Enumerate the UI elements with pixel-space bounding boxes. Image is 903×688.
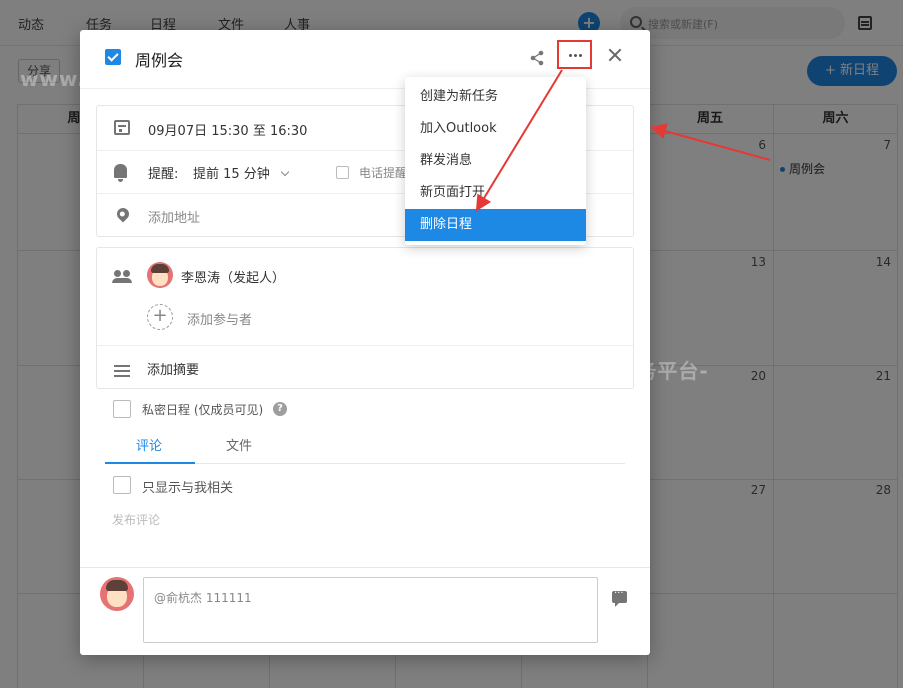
location-pin-icon <box>114 205 132 223</box>
phone-reminder-label: 电话提醒 <box>359 166 408 180</box>
more-options-button[interactable] <box>557 40 592 69</box>
more-options-menu: 创建为新任务 加入Outlook 群发消息 新页面打开 删除日程 <box>405 77 586 245</box>
menu-item-broadcast-message[interactable]: 群发消息 <box>405 145 586 177</box>
avatar[interactable] <box>147 262 173 288</box>
active-tab-indicator <box>105 462 195 464</box>
avatar <box>100 577 134 611</box>
people-icon <box>112 270 132 283</box>
more-icon <box>569 54 572 57</box>
only-related-checkbox[interactable] <box>113 476 131 494</box>
menu-item-add-outlook[interactable]: 加入Outlook <box>405 113 586 145</box>
summary-icon <box>114 365 130 367</box>
add-location[interactable]: 添加地址 <box>148 207 200 226</box>
private-checkbox[interactable] <box>113 400 131 418</box>
comment-input[interactable]: @俞杭杰 111111 <box>143 577 598 643</box>
add-participant-icon[interactable]: + <box>147 304 173 330</box>
only-related-label: 只显示与我相关 <box>142 481 234 496</box>
reminder-select[interactable]: 提前 15 分钟 <box>193 163 290 182</box>
help-icon[interactable]: ? <box>273 402 287 416</box>
calendar-icon <box>114 120 130 135</box>
complete-checkbox[interactable] <box>105 49 121 65</box>
bell-icon <box>114 164 127 182</box>
share-icon[interactable] <box>529 50 545 66</box>
event-title[interactable]: 周例会 <box>135 47 183 71</box>
participants-card: 李恩涛（发起人） + 添加参与者 添加摘要 <box>96 247 634 389</box>
post-comment-prompt: 发布评论 <box>112 513 161 527</box>
chat-icon[interactable] <box>612 588 627 607</box>
tab-files[interactable]: 文件 <box>226 435 252 454</box>
menu-item-open-new-page[interactable]: 新页面打开 <box>405 177 586 209</box>
add-participant[interactable]: 添加参与者 <box>187 309 252 328</box>
organizer-name: 李恩涛（发起人） <box>181 271 286 286</box>
event-datetime[interactable]: 09月07日 15:30 至 16:30 <box>148 120 307 139</box>
private-label: 私密日程 (仅成员可见) <box>142 403 264 417</box>
phone-reminder-checkbox[interactable] <box>336 166 349 179</box>
reminder-value: 提前 15 分钟 <box>193 167 270 182</box>
close-icon[interactable] <box>607 47 623 63</box>
comment-input-value: @俞杭杰 111111 <box>154 591 252 605</box>
chevron-down-icon <box>280 167 290 177</box>
reminder-label: 提醒: <box>148 167 179 182</box>
add-summary[interactable]: 添加摘要 <box>147 359 199 378</box>
menu-item-create-task[interactable]: 创建为新任务 <box>405 81 586 113</box>
tab-comments[interactable]: 评论 <box>136 435 162 454</box>
menu-item-delete-event[interactable]: 删除日程 <box>405 209 586 241</box>
